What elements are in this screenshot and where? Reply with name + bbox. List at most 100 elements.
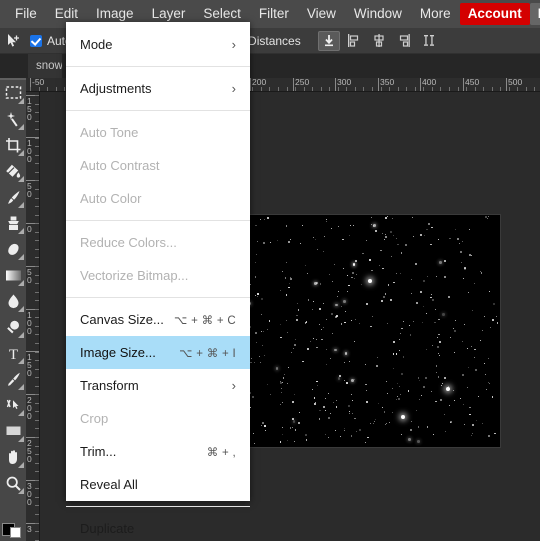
align-left-icon[interactable] <box>343 31 365 51</box>
star <box>337 377 341 381</box>
crop-tool-icon[interactable] <box>0 132 26 158</box>
star <box>452 390 454 392</box>
gradient-tool-icon[interactable] <box>0 262 26 288</box>
blur-tool-icon[interactable] <box>0 288 26 314</box>
menu-account[interactable]: Account <box>459 3 530 25</box>
paint-bucket-tool-icon[interactable] <box>0 158 26 184</box>
star <box>438 376 440 378</box>
ruler-minor-tick <box>35 249 39 250</box>
star <box>426 228 428 231</box>
align-distribute-icon[interactable] <box>317 30 340 51</box>
star <box>328 436 330 438</box>
star <box>393 368 395 370</box>
menu-item-reveal-all[interactable]: Reveal All <box>66 468 250 501</box>
star <box>267 329 269 331</box>
background-color-swatch[interactable] <box>10 527 21 538</box>
menu-filter[interactable]: Filter <box>250 3 298 25</box>
magic-wand-tool-icon[interactable] <box>0 106 26 132</box>
star <box>430 293 433 295</box>
star <box>411 421 413 423</box>
star <box>346 290 348 292</box>
star <box>444 430 447 433</box>
star <box>291 426 293 428</box>
hand-tool-icon[interactable] <box>0 444 26 470</box>
star <box>400 252 403 254</box>
move-tool-icon[interactable] <box>0 28 26 54</box>
star <box>332 401 334 404</box>
star <box>330 357 332 359</box>
menu-view[interactable]: View <box>298 3 345 25</box>
star <box>304 264 307 266</box>
ruler-minor-tick <box>389 87 390 91</box>
align-right-icon[interactable] <box>393 31 415 51</box>
ruler-minor-tick <box>458 87 459 91</box>
menu-item-adjustments[interactable]: Adjustments › <box>66 72 250 105</box>
dodge-tool-icon[interactable] <box>0 314 26 340</box>
pen-tool-icon[interactable] <box>0 366 26 392</box>
ruler-minor-tick <box>363 87 364 91</box>
ruler-minor-tick <box>35 163 39 164</box>
align-center-icon[interactable] <box>368 31 390 51</box>
menu-donate[interactable]: Donate <box>529 3 540 25</box>
eraser-tool-icon[interactable] <box>0 236 26 262</box>
star <box>288 286 290 288</box>
distribute-horizontal-icon[interactable] <box>418 31 440 51</box>
menu-file[interactable]: File <box>6 3 46 25</box>
menu-item-transform[interactable]: Transform › <box>66 369 250 402</box>
star <box>488 434 490 437</box>
star <box>344 321 346 324</box>
star <box>286 382 288 385</box>
star <box>287 367 290 369</box>
menu-window[interactable]: Window <box>345 3 411 25</box>
star <box>341 305 343 308</box>
type-tool-icon[interactable]: T <box>0 340 26 366</box>
artboard[interactable] <box>248 215 500 447</box>
star <box>322 302 324 304</box>
star <box>312 301 315 303</box>
document-tab[interactable]: snow. <box>28 54 62 78</box>
ruler-minor-tick <box>35 240 39 241</box>
star <box>365 239 367 242</box>
rectangle-tool-icon[interactable] <box>0 418 26 444</box>
star <box>351 394 353 396</box>
star <box>261 421 264 424</box>
menu-item-image-size[interactable]: Image Size... ⌥ + ⌘ + I <box>66 336 250 369</box>
star <box>471 345 473 347</box>
ruler-minor-tick <box>321 87 322 91</box>
star <box>314 239 316 241</box>
star <box>469 229 471 231</box>
star <box>425 312 427 314</box>
ruler-label: 300 <box>337 78 352 87</box>
star <box>461 261 462 263</box>
star <box>314 403 316 406</box>
brush-tool-icon[interactable] <box>0 184 26 210</box>
ruler-minor-tick <box>35 446 39 447</box>
menu-item-canvas-size[interactable]: Canvas Size... ⌥ + ⌘ + C <box>66 303 250 336</box>
star <box>254 361 256 363</box>
zoom-tool-icon[interactable] <box>0 470 26 496</box>
ruler-minor-tick <box>432 87 433 91</box>
star <box>296 302 299 304</box>
star <box>365 441 367 443</box>
star <box>423 234 425 236</box>
marquee-select-tool-icon[interactable] <box>0 80 26 106</box>
star <box>412 216 414 218</box>
color-swatches[interactable] <box>2 521 24 539</box>
shape-tool-icon[interactable] <box>0 392 26 418</box>
ruler-minor-tick <box>64 87 65 91</box>
image-menu-dropdown[interactable]: Mode › Adjustments › Auto Tone Auto Contrast A… <box>66 22 250 536</box>
menu-item-label: Auto Color <box>80 191 142 206</box>
star <box>344 379 346 382</box>
menu-more[interactable]: More <box>411 3 460 25</box>
star <box>398 339 400 341</box>
star <box>315 281 318 284</box>
menu-item-mode[interactable]: Mode › <box>66 28 250 61</box>
clone-stamp-tool-icon[interactable] <box>0 210 26 236</box>
menu-item-trim[interactable]: Trim... ⌘ + , <box>66 435 250 468</box>
star <box>435 371 437 373</box>
ruler-minor-tick <box>35 334 39 335</box>
star <box>350 225 352 227</box>
star <box>285 294 287 296</box>
menu-item-duplicate[interactable]: Duplicate <box>66 512 250 541</box>
star <box>321 338 323 341</box>
